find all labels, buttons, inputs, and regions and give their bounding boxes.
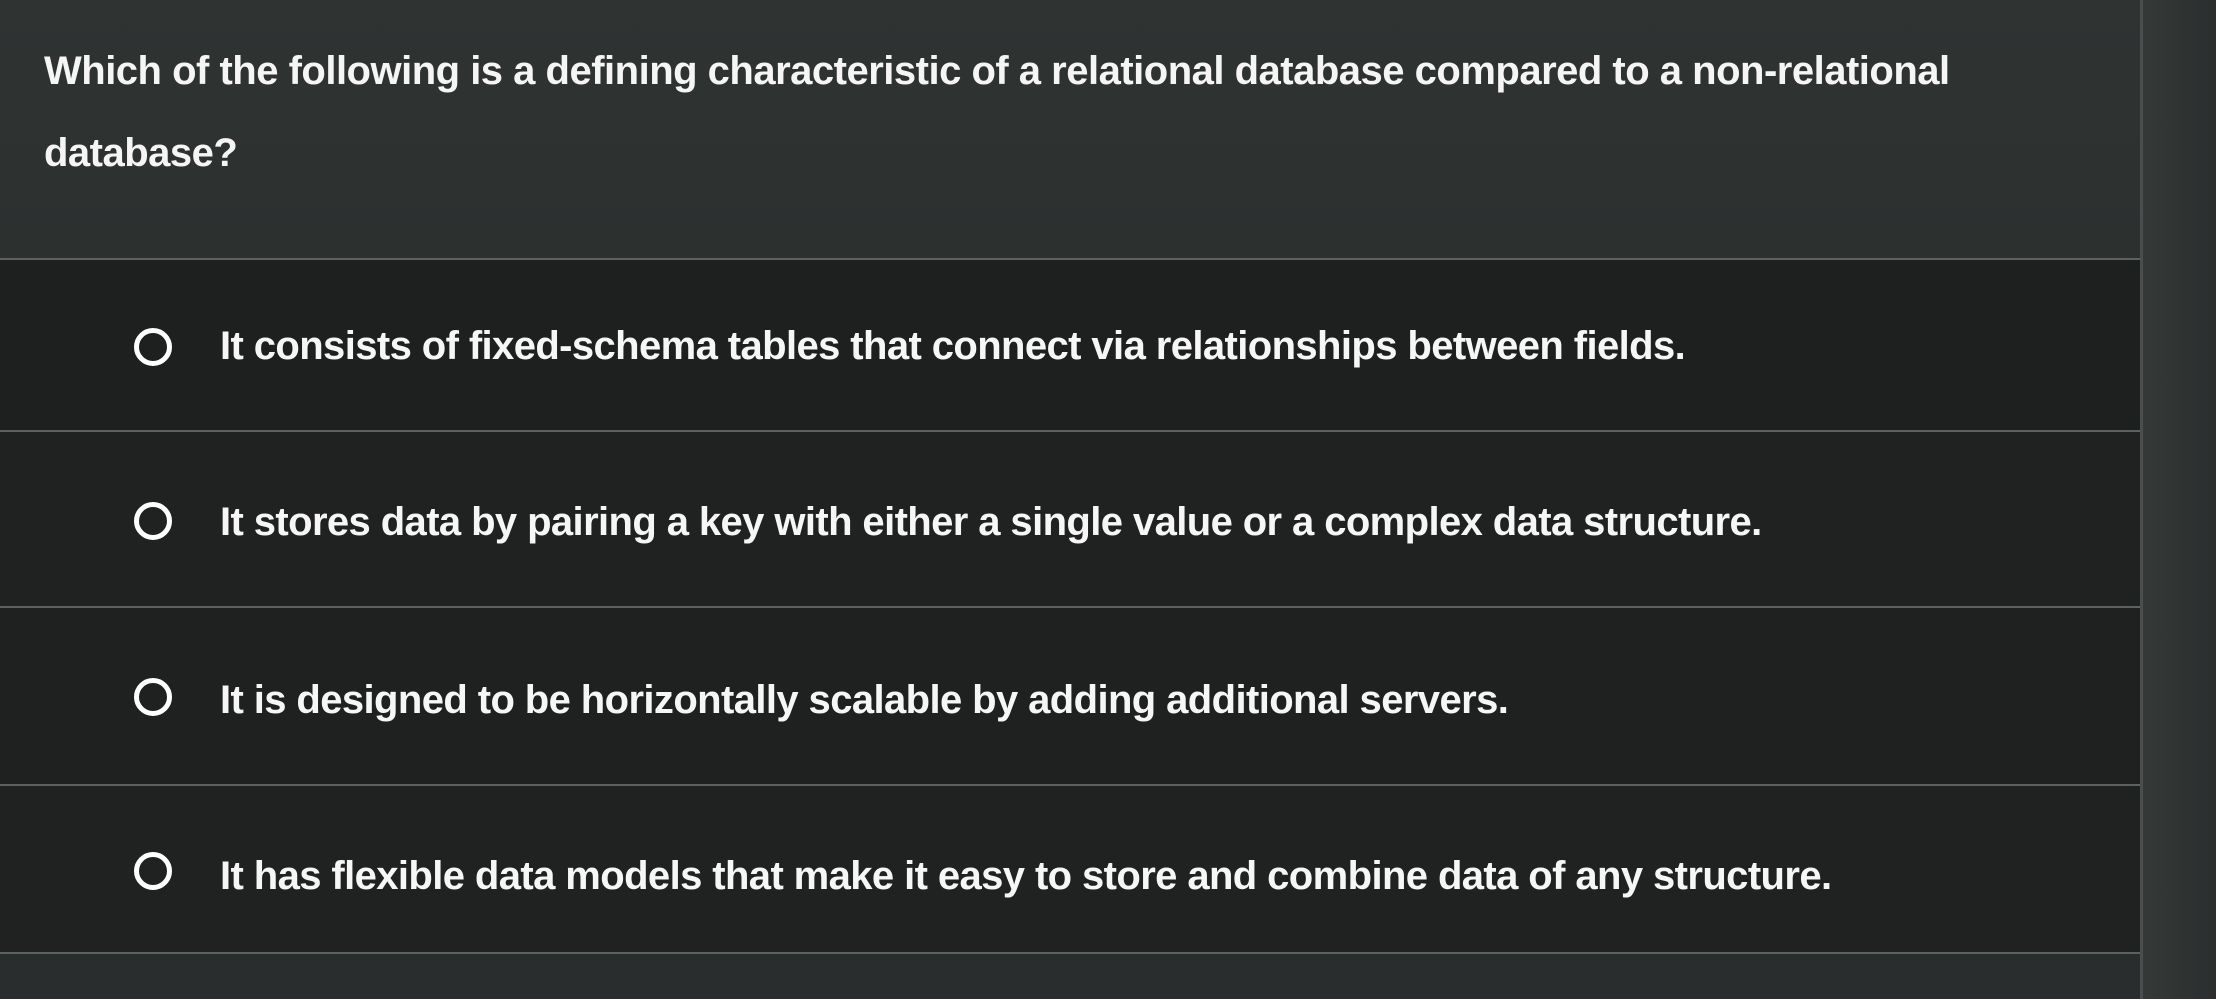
radio-button-icon[interactable]: [134, 328, 172, 366]
question-panel: Which of the following is a defining cha…: [0, 0, 2140, 258]
answer-option-1[interactable]: It consists of fixed-schema tables that …: [0, 258, 2140, 430]
answer-options: It consists of fixed-schema tables that …: [0, 258, 2140, 954]
radio-button-icon[interactable]: [134, 852, 172, 890]
radio-button-icon[interactable]: [134, 502, 172, 540]
radio-button-icon[interactable]: [134, 678, 172, 716]
answer-option-label[interactable]: It consists of fixed-schema tables that …: [220, 324, 1686, 369]
right-panel-edge: [2140, 0, 2216, 999]
answer-option-4[interactable]: It has flexible data models that make it…: [0, 784, 2140, 954]
answer-option-2[interactable]: It stores data by pairing a key with eit…: [0, 430, 2140, 606]
question-text: Which of the following is a defining cha…: [44, 49, 1950, 175]
bottom-strip: [0, 954, 2140, 999]
answer-option-label[interactable]: It is designed to be horizontally scalab…: [220, 678, 1509, 723]
answer-option-label[interactable]: It has flexible data models that make it…: [220, 854, 1832, 899]
answer-option-3[interactable]: It is designed to be horizontally scalab…: [0, 606, 2140, 784]
quiz-screen: Which of the following is a defining cha…: [0, 0, 2216, 999]
answer-option-label[interactable]: It stores data by pairing a key with eit…: [220, 500, 1762, 545]
